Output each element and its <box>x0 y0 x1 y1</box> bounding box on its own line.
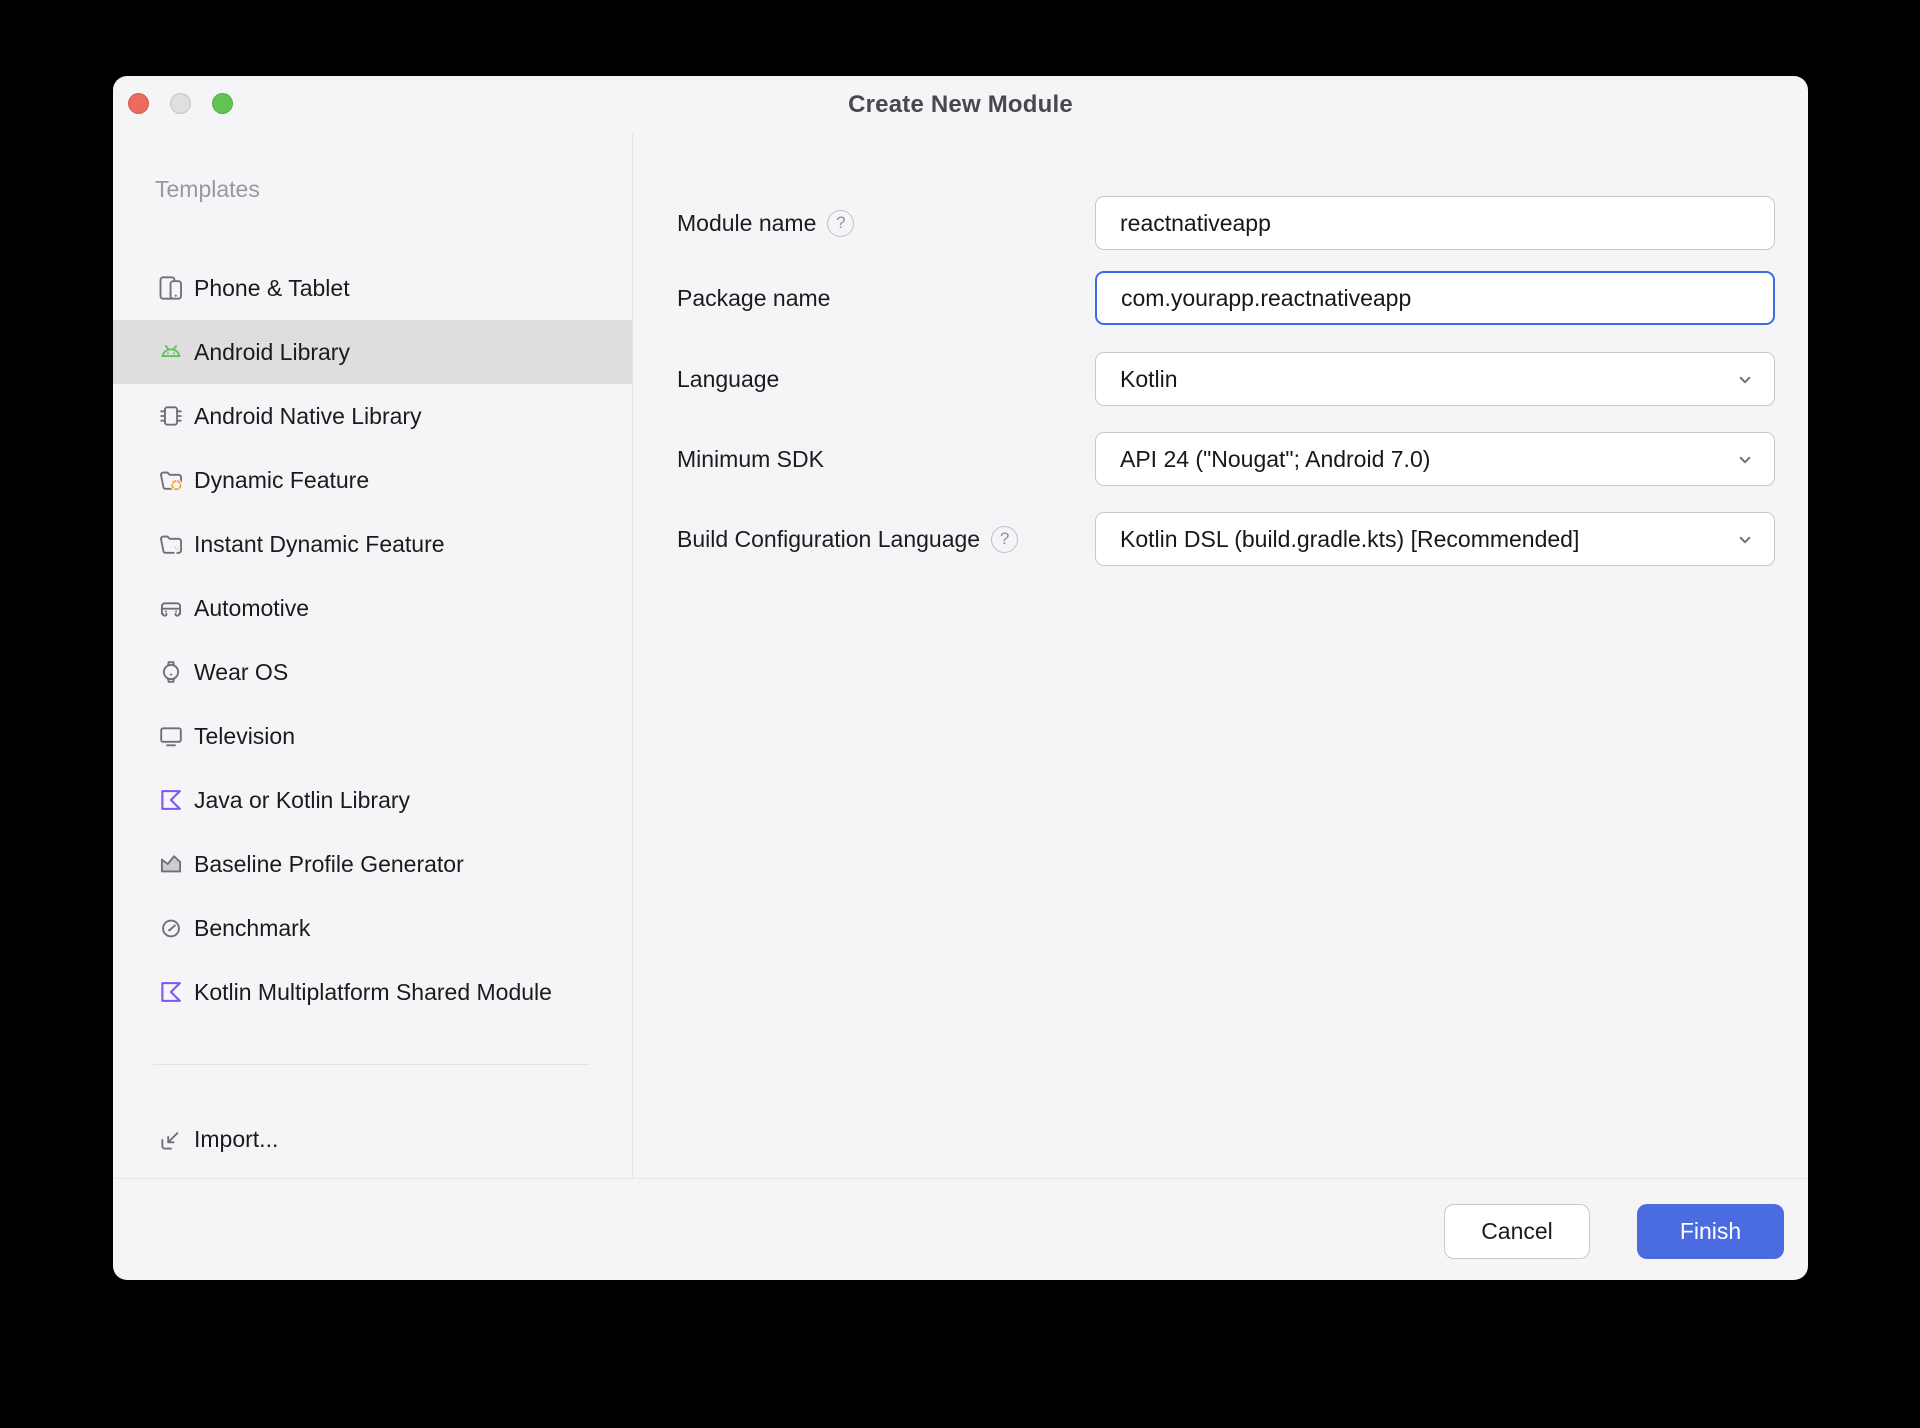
sidebar-divider <box>632 133 633 1178</box>
finish-button[interactable]: Finish <box>1637 1204 1784 1259</box>
build-config-language-value: Kotlin DSL (build.gradle.kts) [Recommend… <box>1120 526 1579 553</box>
dialog-title: Create New Module <box>113 91 1808 119</box>
language-select[interactable]: Kotlin <box>1095 352 1775 406</box>
sidebar-item-label: Automotive <box>194 595 309 622</box>
folder-lightning-icon <box>157 530 185 558</box>
sidebar-item-label: Import... <box>194 1126 278 1153</box>
build-config-language-row: Build Configuration Language ? Kotlin DS… <box>677 512 1018 566</box>
sidebar-item-label: Instant Dynamic Feature <box>194 531 445 558</box>
module-name-label: Module name ? <box>677 210 854 237</box>
language-value: Kotlin <box>1120 366 1178 393</box>
sidebar-item-television[interactable]: Television <box>113 704 632 768</box>
sidebar-item-java-kotlin-library[interactable]: Java or Kotlin Library <box>113 768 632 832</box>
minimum-sdk-row: Minimum SDK API 24 ("Nougat"; Android 7.… <box>677 432 824 486</box>
car-icon <box>157 594 185 622</box>
cancel-button[interactable]: Cancel <box>1444 1204 1590 1259</box>
sidebar-item-kotlin-multiplatform-shared-module[interactable]: Kotlin Multiplatform Shared Module <box>113 960 632 1024</box>
gauge-icon <box>157 914 185 942</box>
sidebar-item-label: Kotlin Multiplatform Shared Module <box>194 979 552 1006</box>
import-icon <box>157 1125 185 1153</box>
kotlin-icon <box>157 978 185 1006</box>
module-name-row: Module name ? <box>677 196 854 250</box>
template-list: Phone & Tablet Android Library <box>113 256 632 1024</box>
chip-icon <box>157 402 185 430</box>
folder-dashed-circle-icon <box>157 466 185 494</box>
templates-header: Templates <box>155 176 260 203</box>
sidebar-separator <box>153 1064 589 1065</box>
watch-icon <box>157 658 185 686</box>
sidebar-item-label: Android Native Library <box>194 403 422 430</box>
build-config-language-select[interactable]: Kotlin DSL (build.gradle.kts) [Recommend… <box>1095 512 1775 566</box>
minimum-sdk-select[interactable]: API 24 ("Nougat"; Android 7.0) <box>1095 432 1775 486</box>
help-icon[interactable]: ? <box>991 526 1018 553</box>
package-name-input[interactable] <box>1121 285 1749 312</box>
language-label: Language <box>677 366 779 393</box>
module-name-field[interactable] <box>1095 196 1775 250</box>
sidebar-item-import[interactable]: Import... <box>113 1107 632 1171</box>
chevron-down-icon <box>1732 527 1758 553</box>
sidebar-item-label: Java or Kotlin Library <box>194 787 410 814</box>
sidebar-item-label: Dynamic Feature <box>194 467 369 494</box>
sidebar-item-instant-dynamic-feature[interactable]: Instant Dynamic Feature <box>113 512 632 576</box>
phone-tablet-icon <box>157 274 185 302</box>
minimum-sdk-label: Minimum SDK <box>677 446 824 473</box>
sidebar-item-android-library[interactable]: Android Library <box>113 320 632 384</box>
kotlin-icon <box>157 786 185 814</box>
chevron-down-icon <box>1732 367 1758 393</box>
sidebar-item-automotive[interactable]: Automotive <box>113 576 632 640</box>
create-new-module-dialog: Create New Module Templates Phone & Tabl… <box>113 76 1808 1280</box>
build-config-language-label: Build Configuration Language ? <box>677 526 1018 553</box>
sidebar-item-label: Television <box>194 723 295 750</box>
area-chart-icon <box>157 850 185 878</box>
sidebar-item-phone-tablet[interactable]: Phone & Tablet <box>113 256 632 320</box>
sidebar-item-benchmark[interactable]: Benchmark <box>113 896 632 960</box>
sidebar-item-baseline-profile-generator[interactable]: Baseline Profile Generator <box>113 832 632 896</box>
module-name-input[interactable] <box>1120 210 1750 237</box>
footer-separator <box>113 1178 1808 1179</box>
language-row: Language Kotlin <box>677 352 779 406</box>
sidebar-item-label: Benchmark <box>194 915 310 942</box>
sidebar-item-wear-os[interactable]: Wear OS <box>113 640 632 704</box>
help-icon[interactable]: ? <box>827 210 854 237</box>
package-name-label: Package name <box>677 285 830 312</box>
package-name-row: Package name <box>677 271 830 325</box>
tv-icon <box>157 722 185 750</box>
sidebar-item-label: Android Library <box>194 339 350 366</box>
sidebar-item-label: Wear OS <box>194 659 288 686</box>
sidebar-item-android-native-library[interactable]: Android Native Library <box>113 384 632 448</box>
title-bar: Create New Module <box>113 76 1808 134</box>
sidebar-item-label: Phone & Tablet <box>194 275 350 302</box>
sidebar-item-label: Baseline Profile Generator <box>194 851 464 878</box>
package-name-field[interactable] <box>1095 271 1775 325</box>
sidebar-item-dynamic-feature[interactable]: Dynamic Feature <box>113 448 632 512</box>
chevron-down-icon <box>1732 447 1758 473</box>
android-icon <box>157 338 185 366</box>
minimum-sdk-value: API 24 ("Nougat"; Android 7.0) <box>1120 446 1430 473</box>
